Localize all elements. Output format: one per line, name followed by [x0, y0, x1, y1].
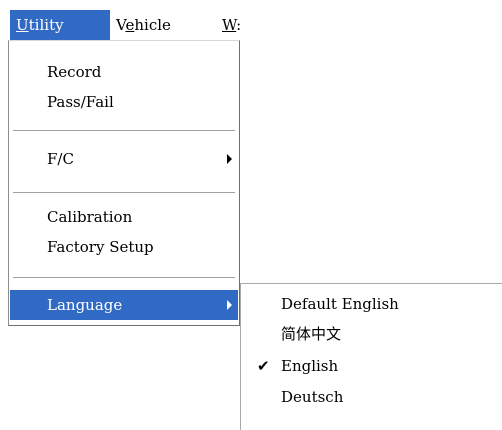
menu-item-language-label: Language [47, 296, 123, 314]
utility-dropdown-menu: Record Pass/Fail F/C Calibration Factory… [8, 40, 240, 326]
menu-item-record-label: Record [47, 63, 102, 81]
menu-w-mnemonic: W [222, 16, 237, 34]
submenu-item-default-english-label: Default English [281, 295, 399, 313]
menu-utility-mnemonic: U [16, 16, 29, 34]
menu-separator [13, 130, 235, 132]
menu-item-calibration-label: Calibration [47, 208, 133, 226]
language-submenu: Default English 简体中文 ✔ English Deutsch [240, 283, 502, 430]
menu-item-pass-fail-label: Pass/Fail [47, 93, 114, 111]
menu-item-record[interactable]: Record [10, 57, 238, 87]
menu-item-calibration[interactable]: Calibration [10, 202, 238, 232]
submenu-item-simplified-chinese-label: 简体中文 [281, 325, 342, 343]
submenu-item-deutsch-label: Deutsch [281, 388, 344, 406]
submenu-item-simplified-chinese[interactable]: 简体中文 [241, 319, 502, 349]
menu-item-language[interactable]: Language [10, 290, 238, 320]
submenu-item-deutsch[interactable]: Deutsch [241, 382, 502, 412]
menu-separator [13, 192, 235, 194]
submenu-item-english[interactable]: ✔ English [241, 351, 502, 381]
menu-w-truncated[interactable]: W: [222, 10, 262, 40]
menu-item-fc-label: F/C [47, 150, 74, 168]
submenu-item-default-english[interactable]: Default English [241, 289, 502, 319]
menu-separator [13, 277, 235, 279]
menu-utility-label: tility [28, 16, 64, 34]
menu-bar: Utility Vehicle W: [0, 0, 502, 40]
menu-vehicle-label: hicle [134, 16, 171, 34]
submenu-item-english-label: English [281, 357, 339, 375]
menu-w-label: : [236, 16, 242, 34]
menu-item-pass-fail[interactable]: Pass/Fail [10, 87, 238, 117]
menu-item-fc[interactable]: F/C [10, 144, 238, 174]
menu-vehicle[interactable]: Vehicle [116, 10, 216, 40]
menu-item-factory-setup[interactable]: Factory Setup [10, 232, 238, 262]
check-icon: ✔ [257, 357, 270, 375]
triangle-right-icon [227, 154, 232, 164]
menu-item-factory-setup-label: Factory Setup [47, 238, 154, 256]
triangle-right-icon [227, 300, 232, 310]
menu-utility[interactable]: Utility [10, 10, 110, 40]
